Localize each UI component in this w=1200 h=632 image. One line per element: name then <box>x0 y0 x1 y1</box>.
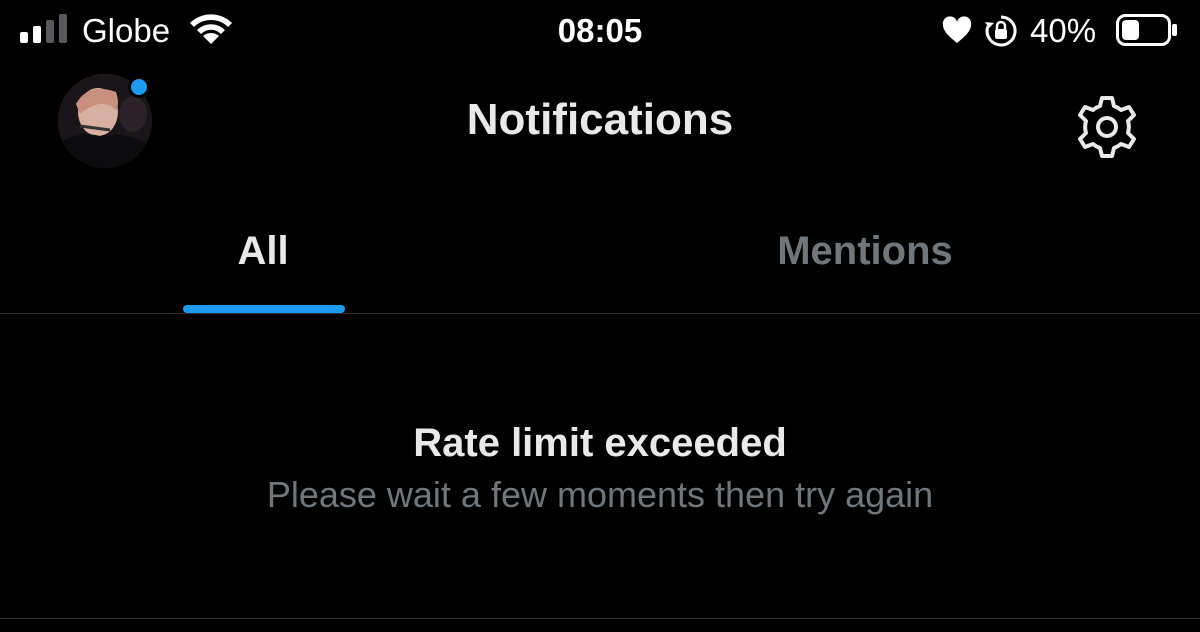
rotation-lock-icon <box>985 15 1017 47</box>
status-time: 08:05 <box>557 12 643 49</box>
tab-mentions-label: Mentions <box>777 229 953 273</box>
error-message: Rate limit exceeded Please wait a few mo… <box>0 314 1200 619</box>
page-title: Notifications <box>466 95 734 144</box>
tab-bar: All Mentions <box>0 192 1200 314</box>
error-title: Rate limit exceeded <box>413 421 787 465</box>
battery-percent: 40% <box>1030 12 1097 49</box>
battery-icon <box>1116 14 1177 46</box>
signal-icon <box>20 14 67 43</box>
wifi-icon <box>190 14 232 44</box>
tab-all-label: All <box>237 229 289 273</box>
header: Notifications <box>0 62 1200 192</box>
status-bar: Globe 08:05 40% <box>0 0 1200 62</box>
tab-mentions[interactable]: Mentions <box>565 192 1165 313</box>
active-tab-indicator <box>183 305 345 313</box>
carrier-name: Globe <box>82 12 171 49</box>
heart-icon <box>942 16 972 43</box>
notification-badge <box>128 76 150 98</box>
gear-icon[interactable] <box>1074 94 1140 160</box>
error-subtitle: Please wait a few moments then try again <box>266 474 934 515</box>
